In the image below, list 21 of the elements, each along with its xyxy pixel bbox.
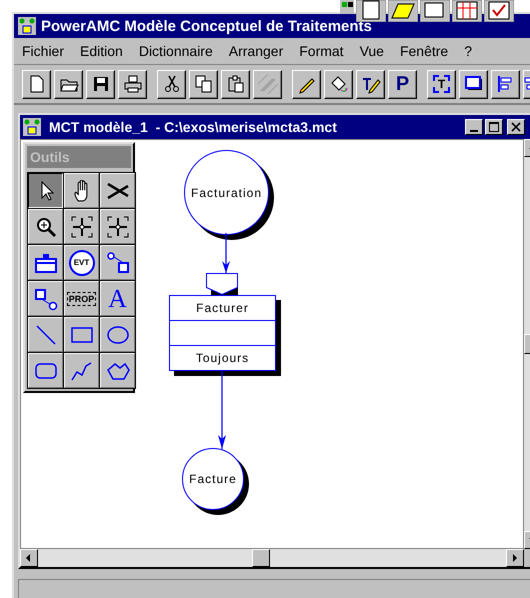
tool-button[interactable]: PROP xyxy=(64,281,99,316)
tool-button[interactable]: A xyxy=(100,281,135,316)
menu-item[interactable]: Vue xyxy=(358,43,392,59)
menu-item[interactable]: Edition xyxy=(78,43,131,59)
menu-item[interactable]: ? xyxy=(462,43,480,59)
text-tool-icon: A xyxy=(108,286,127,312)
palette-title: Outils xyxy=(27,146,131,168)
menu-item[interactable]: Format xyxy=(297,43,352,59)
menu-item[interactable]: Fenêtre xyxy=(398,43,456,59)
document-title: MCT modèle_1 - C:\exos\merise\mcta3.mct xyxy=(49,119,338,135)
toolbar-button[interactable]: P xyxy=(388,70,417,98)
operation-name: Facturer xyxy=(195,300,250,317)
toolbar-button[interactable]: T xyxy=(427,70,456,98)
window-title: PowerAMC Modèle Conceptuel de Traitements xyxy=(41,18,373,34)
menu-item[interactable]: Dictionnaire xyxy=(136,43,221,59)
emission-rule: Toujours xyxy=(170,345,275,370)
letter-icon: P xyxy=(396,72,410,96)
text-frame-icon: T xyxy=(432,75,450,93)
prop-icon: PROP xyxy=(66,292,96,306)
menu-item[interactable]: Fichier xyxy=(20,43,72,59)
menu-item[interactable]: Arranger xyxy=(226,43,292,59)
